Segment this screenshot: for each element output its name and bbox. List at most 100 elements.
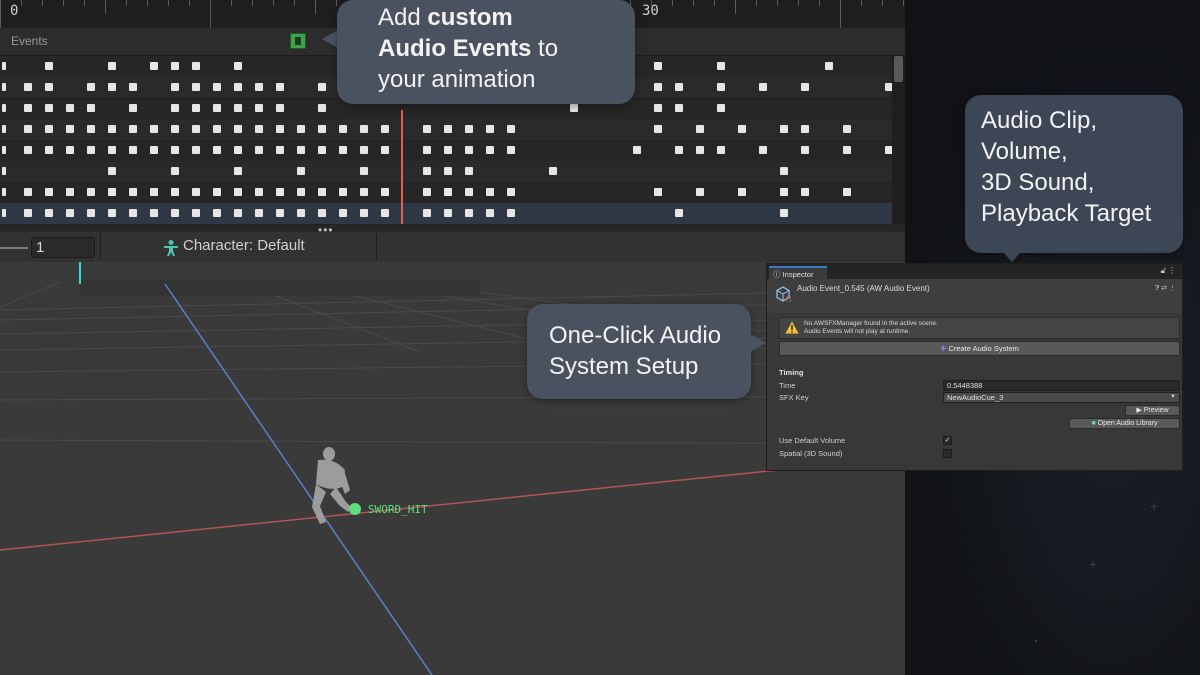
curve-track[interactable] xyxy=(0,203,892,225)
keyframe[interactable] xyxy=(66,104,74,112)
keyframe[interactable] xyxy=(360,209,368,217)
spatial-checkbox[interactable] xyxy=(943,449,952,458)
keyframe[interactable] xyxy=(843,188,851,196)
sound-event-icon[interactable] xyxy=(290,33,306,49)
keyframe[interactable] xyxy=(759,146,767,154)
keyframe[interactable] xyxy=(150,146,158,154)
time-field[interactable]: 0.5448388 xyxy=(943,380,1180,391)
keyframe[interactable] xyxy=(297,209,305,217)
keyframe[interactable] xyxy=(423,188,431,196)
keyframe[interactable] xyxy=(87,83,95,91)
timeline-scrollbar[interactable] xyxy=(892,56,905,224)
keyframe[interactable] xyxy=(654,104,662,112)
keyframe[interactable] xyxy=(360,167,368,175)
keyframe[interactable] xyxy=(234,83,242,91)
overflow-handle[interactable]: ••• xyxy=(318,223,334,232)
lock-icon[interactable]: 🔓︎ xyxy=(1161,266,1166,275)
keyframe[interactable] xyxy=(318,104,326,112)
keyframe[interactable] xyxy=(45,104,53,112)
preview-button[interactable]: ▶ Preview xyxy=(1125,405,1180,416)
keyframe[interactable] xyxy=(87,146,95,154)
keyframe[interactable] xyxy=(45,209,53,217)
open-audio-library-button[interactable]: ■ Open Audio Library xyxy=(1069,418,1180,429)
keyframe[interactable] xyxy=(297,167,305,175)
keyframe[interactable] xyxy=(318,146,326,154)
keyframe[interactable] xyxy=(45,146,53,154)
keyframe[interactable] xyxy=(129,146,137,154)
keyframe[interactable] xyxy=(255,188,263,196)
keyframe[interactable] xyxy=(24,104,32,112)
keyframe[interactable] xyxy=(738,125,746,133)
keyframe[interactable] xyxy=(465,209,473,217)
keyframe[interactable] xyxy=(801,188,809,196)
keyframe[interactable] xyxy=(549,167,557,175)
keyframe[interactable] xyxy=(633,146,641,154)
keyframe[interactable] xyxy=(801,83,809,91)
keyframe[interactable] xyxy=(297,125,305,133)
keyframe[interactable] xyxy=(192,146,200,154)
keyframe[interactable] xyxy=(276,83,284,91)
keyframe[interactable] xyxy=(171,83,179,91)
keyframe[interactable] xyxy=(192,83,200,91)
keyframe[interactable] xyxy=(318,83,326,91)
keyframe[interactable] xyxy=(276,188,284,196)
scrollbar-thumb[interactable] xyxy=(894,56,903,82)
menu-icon[interactable]: ⋮ xyxy=(1169,285,1176,292)
keyframe[interactable] xyxy=(444,125,452,133)
keyframe[interactable] xyxy=(675,209,683,217)
keyframe[interactable] xyxy=(381,125,389,133)
keyframe[interactable] xyxy=(66,125,74,133)
keyframe[interactable] xyxy=(234,209,242,217)
keyframe[interactable] xyxy=(24,83,32,91)
keyframe[interactable] xyxy=(129,104,137,112)
keyframe[interactable] xyxy=(213,209,221,217)
keyframe[interactable] xyxy=(801,146,809,154)
keyframe[interactable] xyxy=(486,146,494,154)
keyframe[interactable] xyxy=(381,146,389,154)
keyframe[interactable] xyxy=(150,125,158,133)
keyframe[interactable] xyxy=(843,125,851,133)
keyframe[interactable] xyxy=(213,125,221,133)
keyframe[interactable] xyxy=(87,125,95,133)
keyframe[interactable] xyxy=(234,146,242,154)
keyframe[interactable] xyxy=(654,188,662,196)
keyframe[interactable] xyxy=(213,146,221,154)
keyframe[interactable] xyxy=(717,83,725,91)
keyframe[interactable] xyxy=(339,188,347,196)
keyframe[interactable] xyxy=(87,188,95,196)
keyframe[interactable] xyxy=(2,83,6,91)
keyframe[interactable] xyxy=(423,167,431,175)
keyframe[interactable] xyxy=(696,188,704,196)
keyframe[interactable] xyxy=(465,146,473,154)
keyframe[interactable] xyxy=(255,104,263,112)
keyframe[interactable] xyxy=(45,188,53,196)
keyframe[interactable] xyxy=(507,146,515,154)
keyframe[interactable] xyxy=(2,188,6,196)
keyframe[interactable] xyxy=(297,188,305,196)
keyframe[interactable] xyxy=(87,209,95,217)
keyframe[interactable] xyxy=(717,104,725,112)
keyframe[interactable] xyxy=(66,209,74,217)
keyframe[interactable] xyxy=(465,188,473,196)
keyframe[interactable] xyxy=(507,188,515,196)
keyframe[interactable] xyxy=(297,146,305,154)
keyframe[interactable] xyxy=(780,125,788,133)
playhead[interactable] xyxy=(401,110,403,224)
keyframe[interactable] xyxy=(192,125,200,133)
keyframe[interactable] xyxy=(654,83,662,91)
keyframe[interactable] xyxy=(654,62,662,70)
keyframe[interactable] xyxy=(825,62,833,70)
keyframe[interactable] xyxy=(129,188,137,196)
tab-inspector[interactable]: ⓘ Inspector xyxy=(769,266,827,279)
sfx-key-dropdown[interactable]: NewAudioCue_3 ▼ xyxy=(943,392,1180,403)
keyframe[interactable] xyxy=(129,83,137,91)
create-audio-system-button[interactable]: ✚ Create Audio System xyxy=(779,341,1180,356)
keyframe[interactable] xyxy=(570,104,578,112)
keyframe[interactable] xyxy=(486,125,494,133)
keyframe[interactable] xyxy=(2,62,6,70)
keyframe[interactable] xyxy=(381,209,389,217)
keyframe[interactable] xyxy=(255,146,263,154)
keyframe[interactable] xyxy=(192,209,200,217)
keyframe[interactable] xyxy=(801,125,809,133)
keyframe[interactable] xyxy=(129,125,137,133)
